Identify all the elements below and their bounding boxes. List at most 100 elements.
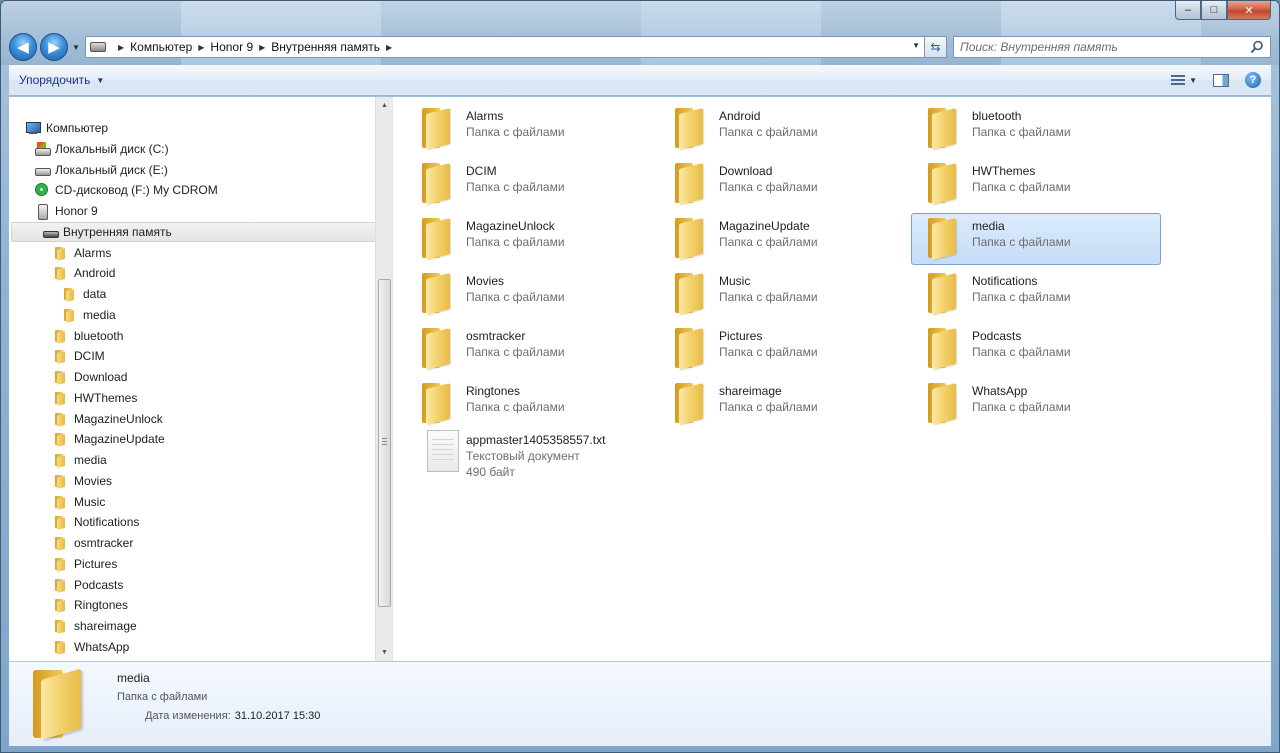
tree-item[interactable]: HWThemes — [53, 388, 137, 408]
tree-item[interactable]: Локальный диск (C:) — [34, 139, 169, 159]
tree-item-label: Локальный диск (C:) — [55, 141, 169, 156]
item-type: Папка с файлами — [972, 125, 1071, 139]
item-type: Папка с файлами — [466, 400, 565, 414]
tree-item[interactable]: data — [62, 284, 106, 304]
folder-item[interactable]: WhatsApp Папка с файлами — [911, 378, 1161, 430]
tree-item[interactable]: WhatsApp — [53, 637, 129, 657]
breadcrumb-computer[interactable]: Компьютер — [130, 40, 192, 54]
address-dropdown-icon[interactable]: ▼ — [912, 41, 920, 50]
tree-item[interactable]: Music — [53, 492, 105, 512]
tree-item[interactable]: Локальный диск (E:) — [34, 160, 168, 180]
item-name: Download — [719, 164, 773, 178]
tree-item[interactable]: DCIM — [53, 346, 105, 366]
item-text: MagazineUpdate Папка с файлами — [719, 214, 818, 250]
scroll-down-icon[interactable]: ▼ — [376, 644, 392, 661]
tree-item[interactable]: Ringtones — [53, 595, 128, 615]
tree-item[interactable]: shareimage — [53, 616, 137, 636]
chevron-right-icon[interactable]: ▶ — [386, 43, 392, 52]
item-text: Ringtones Папка с файлами — [466, 379, 565, 415]
tree-item-label: MagazineUpdate — [74, 432, 165, 447]
scroll-thumb[interactable] — [378, 279, 391, 607]
tree-item[interactable]: Компьютер — [25, 118, 108, 138]
file-item[interactable]: appmaster1405358557.txt Текстовый докумен… — [405, 427, 655, 491]
search-box[interactable] — [953, 36, 1271, 58]
back-button[interactable]: ◀ — [9, 33, 37, 61]
chevron-right-icon[interactable]: ▶ — [259, 43, 265, 52]
nav-scrollbar[interactable]: ▲ ▼ — [375, 97, 392, 661]
folder-item[interactable]: Music Папка с файлами — [658, 268, 908, 320]
item-type: Текстовый документ — [466, 449, 580, 463]
folder-item[interactable]: bluetooth Папка с файлами — [911, 103, 1161, 155]
tree-item[interactable]: Honor 9 — [34, 201, 98, 221]
tree-item[interactable]: Podcasts — [53, 575, 123, 595]
item-type: Папка с файлами — [466, 125, 565, 139]
folder-icon — [53, 245, 69, 261]
tree-item[interactable]: osmtracker — [53, 533, 133, 553]
details-type: Папка с файлами — [117, 691, 208, 703]
cdrom-icon — [34, 182, 50, 198]
tree-item[interactable]: Notifications — [53, 512, 139, 532]
tree-item-label: CD-дисковод (F:) My CDROM — [55, 183, 218, 198]
folder-icon — [53, 411, 69, 427]
tree-item[interactable]: Alarms — [53, 243, 111, 263]
breadcrumb-honor9[interactable]: Honor 9 — [210, 40, 253, 54]
folder-item[interactable]: MagazineUnlock Папка с файлами — [405, 213, 655, 265]
scroll-up-icon[interactable]: ▲ — [376, 97, 392, 114]
tree-item[interactable]: media — [53, 450, 107, 470]
close-button[interactable]: ✕ — [1227, 1, 1271, 20]
tree-item[interactable]: Android — [53, 263, 115, 283]
item-type: Папка с файлами — [719, 180, 818, 194]
help-icon[interactable]: ? — [1245, 72, 1261, 88]
item-type: Папка с файлами — [466, 345, 565, 359]
folder-icon — [53, 535, 69, 551]
recent-pages-dropdown[interactable]: ▼ — [71, 43, 81, 52]
item-text: Alarms Папка с файлами — [466, 104, 565, 140]
text-document-icon — [418, 428, 462, 476]
file-list: Alarms Папка с файлами Android Папка с файл… — [393, 97, 1271, 661]
folder-item[interactable]: Movies Папка с файлами — [405, 268, 655, 320]
tree-item[interactable]: media — [62, 305, 116, 325]
tree-item[interactable]: Movies — [53, 471, 112, 491]
breadcrumb-internal-storage[interactable]: Внутренняя память — [271, 40, 380, 54]
folder-item[interactable]: Alarms Папка с файлами — [405, 103, 655, 155]
folder-item[interactable]: Notifications Папка с файлами — [911, 268, 1161, 320]
tree-item[interactable]: Download — [53, 367, 127, 387]
folder-item[interactable]: HWThemes Папка с файлами — [911, 158, 1161, 210]
folder-item[interactable]: media Папка с файлами — [911, 213, 1161, 265]
tree-item[interactable]: CD-дисковод (F:) My CDROM — [34, 180, 218, 200]
search-icon[interactable] — [1250, 40, 1264, 54]
preview-pane-icon[interactable] — [1213, 73, 1229, 87]
chevron-right-icon[interactable]: ▶ — [118, 43, 124, 52]
maximize-button[interactable]: □ — [1201, 1, 1227, 20]
folder-item[interactable]: Android Папка с файлами — [658, 103, 908, 155]
tree-item[interactable]: MagazineUpdate — [53, 429, 165, 449]
tree-item[interactable]: MagazineUnlock — [53, 409, 163, 429]
address-bar[interactable]: ▶ Компьютер ▶ Honor 9 ▶ Внутренняя памят… — [85, 36, 925, 58]
folder-icon — [62, 286, 78, 302]
folder-item[interactable]: Podcasts Папка с файлами — [911, 323, 1161, 375]
view-options-dropdown[interactable]: ▼ — [1189, 76, 1197, 85]
refresh-button[interactable]: ⇆ — [925, 36, 947, 58]
folder-item[interactable]: Pictures Папка с файлами — [658, 323, 908, 375]
folder-item[interactable]: Download Папка с файлами — [658, 158, 908, 210]
search-input[interactable] — [960, 40, 1264, 54]
folder-item[interactable]: DCIM Папка с файлами — [405, 158, 655, 210]
tree-item[interactable]: Внутренняя память — [11, 221, 391, 242]
folder-item[interactable]: MagazineUpdate Папка с файлами — [658, 213, 908, 265]
item-type: Папка с файлами — [466, 290, 565, 304]
folder-item[interactable]: Ringtones Папка с файлами — [405, 378, 655, 430]
folder-icon — [53, 265, 69, 281]
folder-item[interactable]: shareimage Папка с файлами — [658, 378, 908, 430]
item-name: appmaster1405358557.txt — [466, 433, 606, 447]
tree-item[interactable]: Pictures — [53, 554, 117, 574]
folder-item[interactable]: osmtracker Папка с файлами — [405, 323, 655, 375]
minimize-button[interactable]: – — [1175, 1, 1201, 20]
change-view-icon[interactable] — [1171, 74, 1186, 86]
organize-button[interactable]: Упорядочить ▼ — [19, 73, 104, 87]
main-area: Компьютер Локальный диск (C:) Локальный ди… — [9, 97, 1271, 661]
forward-button[interactable]: ▶ — [40, 33, 68, 61]
chevron-right-icon[interactable]: ▶ — [198, 43, 204, 52]
item-text: WhatsApp Папка с файлами — [972, 379, 1071, 415]
tree-item[interactable]: bluetooth — [53, 326, 123, 346]
folder-icon — [53, 369, 69, 385]
